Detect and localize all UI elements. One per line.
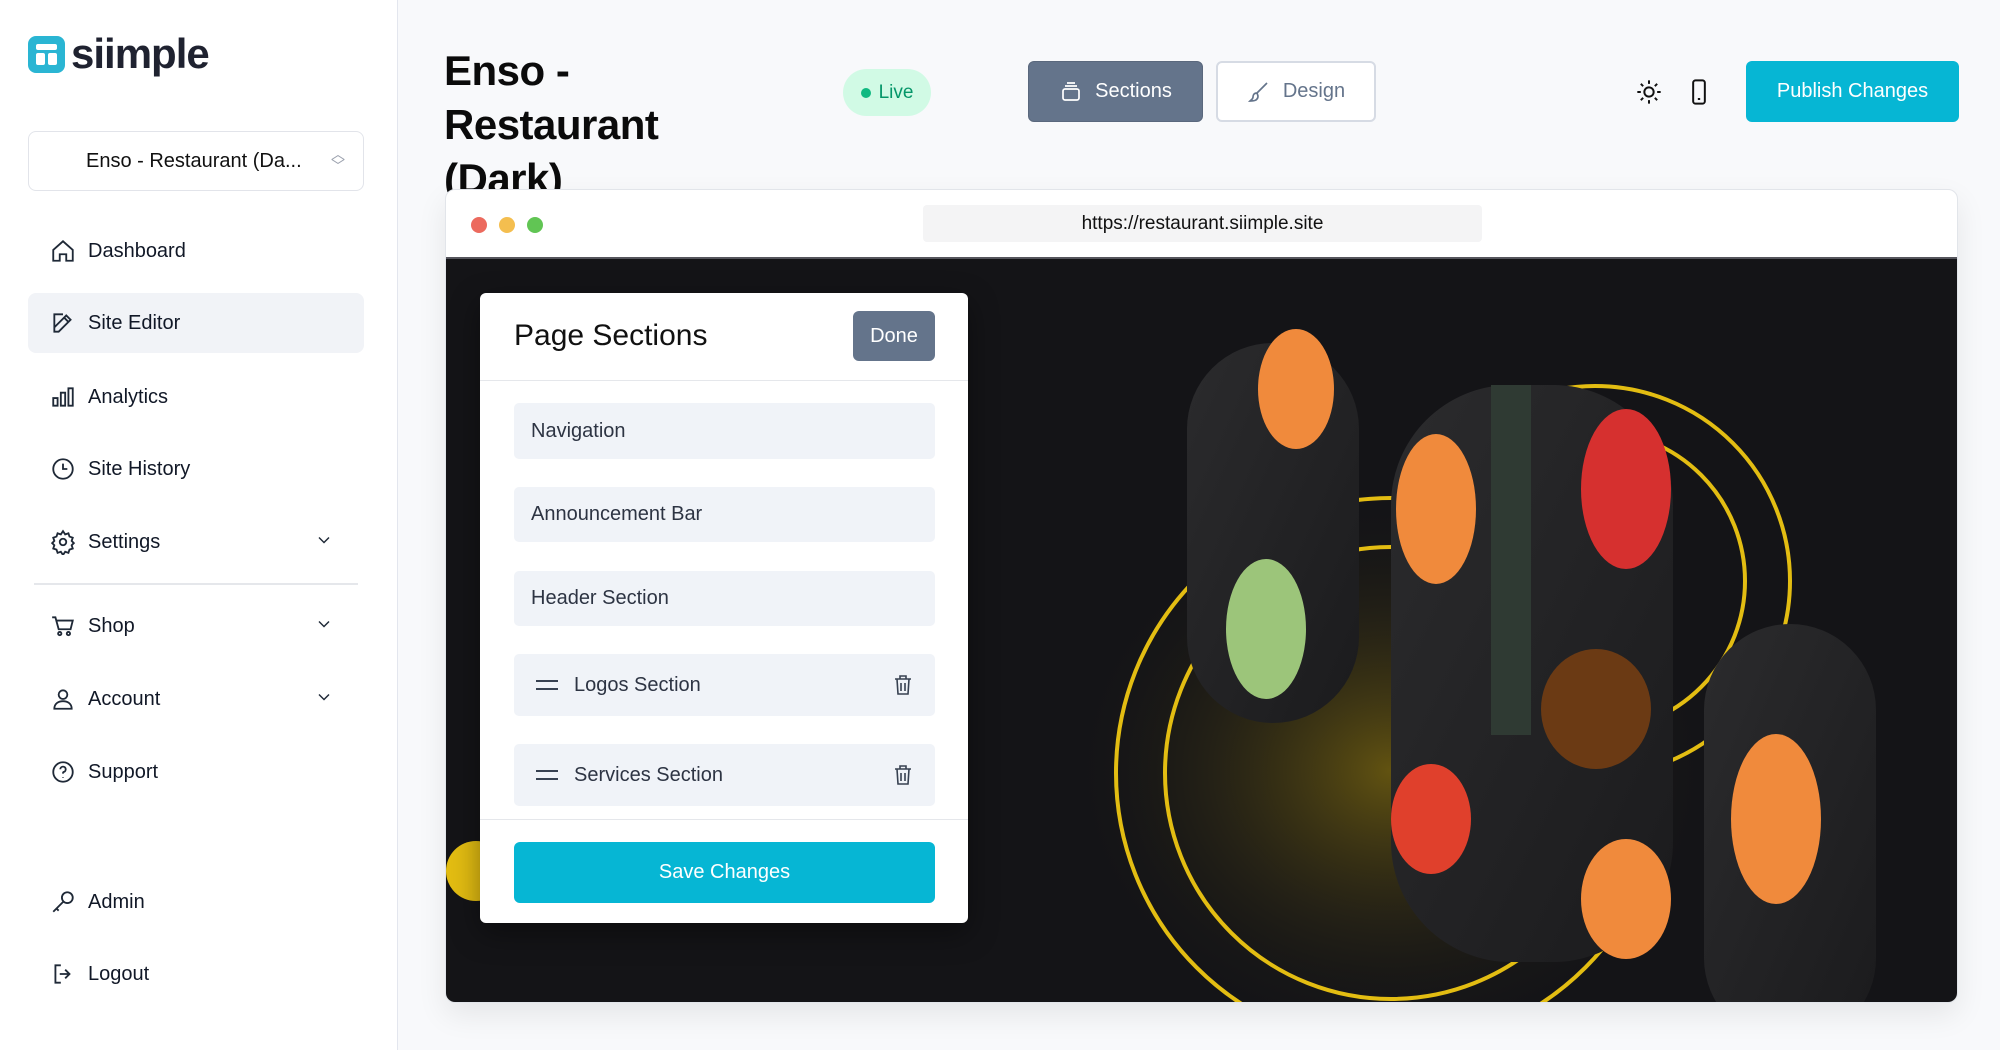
- sidebar-item-label: Settings: [88, 530, 161, 553]
- section-label: Announcement Bar: [531, 503, 703, 525]
- gear-icon: [50, 529, 76, 555]
- publish-changes-button[interactable]: Publish Changes: [1746, 61, 1959, 122]
- home-icon: [52, 240, 74, 262]
- sidebar-item-admin[interactable]: Admin: [28, 872, 364, 932]
- logo[interactable]: siimple: [28, 30, 210, 78]
- help-icon: [52, 761, 74, 783]
- maximize-dot-icon: [527, 217, 543, 233]
- sections-label: Sections: [1095, 80, 1172, 102]
- sun-icon: [1637, 80, 1661, 104]
- mobile-preview-button[interactable]: [1685, 78, 1713, 106]
- logout-icon: [54, 964, 71, 984]
- status-text: Live: [878, 81, 914, 103]
- sidebar-item-shop[interactable]: Shop: [28, 596, 364, 656]
- chevron-down-icon: [318, 693, 330, 701]
- section-item-services[interactable]: Services Section: [514, 744, 935, 806]
- sidebar-item-label: Site Editor: [88, 311, 181, 334]
- cart-icon: [52, 616, 74, 637]
- chevron-down-icon: [318, 536, 330, 544]
- sidebar-item-label: Shop: [88, 614, 135, 637]
- sidebar: siimple Enso - Restaurant (Da... ︿ ﹀ Dash…: [0, 0, 398, 1050]
- drag-handle-icon[interactable]: [536, 680, 558, 690]
- logo-icon: [28, 35, 65, 73]
- status-badge: Live: [843, 69, 931, 116]
- panel-divider: [480, 819, 968, 820]
- sidebar-item-logout[interactable]: Logout: [28, 944, 364, 1004]
- sidebar-item-site-history[interactable]: Site History: [28, 439, 364, 499]
- section-label: Logos Section: [574, 673, 701, 696]
- design-label: Design: [1282, 80, 1346, 102]
- sidebar-item-label: Admin: [88, 890, 145, 913]
- sidebar-divider: [34, 583, 358, 585]
- sidebar-item-label: Site History: [88, 457, 191, 480]
- sidebar-item-analytics[interactable]: Analytics: [28, 367, 364, 427]
- edit-icon: [53, 313, 72, 333]
- user-icon: [53, 689, 73, 710]
- close-dot-icon: [471, 217, 487, 233]
- section-label: Navigation: [531, 419, 626, 442]
- clock-icon: [52, 458, 74, 480]
- minimize-dot-icon: [499, 217, 515, 233]
- stack-icon: [1062, 81, 1080, 101]
- chevron-down-icon: [318, 620, 330, 628]
- status-dot-icon: [860, 87, 871, 98]
- site-selector-value: Enso - Restaurant (Da...: [86, 149, 302, 172]
- section-item-header[interactable]: Header Section: [514, 571, 935, 626]
- drag-handle-icon[interactable]: [536, 770, 558, 780]
- sections-button[interactable]: Sections: [1028, 61, 1203, 122]
- sidebar-item-label: Logout: [88, 962, 150, 985]
- panel-divider: [480, 380, 968, 381]
- sidebar-item-site-editor[interactable]: Site Editor: [28, 293, 364, 353]
- sidebar-item-label: Account: [88, 687, 161, 710]
- sidebar-item-account[interactable]: Account: [28, 669, 364, 729]
- panel-title: Page Sections: [514, 319, 708, 352]
- section-item-announcement-bar[interactable]: Announcement Bar: [514, 487, 935, 542]
- page-title: Enso - Restaurant (Dark): [444, 47, 659, 202]
- bar-chart-icon: [52, 387, 74, 407]
- sidebar-item-label: Support: [88, 760, 159, 783]
- key-icon: [52, 891, 74, 913]
- chevron-up-down-icon: ︿ ﹀: [331, 146, 345, 174]
- page-sections-panel: Page Sections Done Navigation Announceme…: [480, 293, 968, 923]
- sidebar-item-label: Analytics: [88, 385, 169, 408]
- sidebar-item-dashboard[interactable]: Dashboard: [28, 221, 364, 281]
- section-label: Header Section: [531, 587, 669, 609]
- trash-icon[interactable]: [893, 674, 913, 696]
- sidebar-item-settings[interactable]: Settings: [28, 512, 364, 572]
- section-item-logos[interactable]: Logos Section: [514, 654, 935, 716]
- sidebar-item-support[interactable]: Support: [28, 742, 364, 802]
- done-button[interactable]: Done: [853, 311, 935, 361]
- logo-text: siimple: [71, 30, 210, 77]
- phone-icon: [1692, 79, 1706, 105]
- site-selector[interactable]: Enso - Restaurant (Da... ︿ ﹀: [28, 131, 364, 191]
- sidebar-item-label: Dashboard: [88, 239, 186, 262]
- section-label: Services Section: [574, 763, 723, 786]
- url-bar: https://restaurant.siimple.site: [923, 205, 1482, 242]
- browser-bar: https://restaurant.siimple.site: [446, 190, 1957, 259]
- trash-icon[interactable]: [893, 764, 913, 786]
- save-changes-button[interactable]: Save Changes: [514, 842, 935, 903]
- brush-icon: [1247, 81, 1268, 102]
- design-button[interactable]: Design: [1216, 61, 1376, 122]
- section-item-navigation[interactable]: Navigation: [514, 403, 935, 459]
- theme-toggle-button[interactable]: [1635, 78, 1663, 106]
